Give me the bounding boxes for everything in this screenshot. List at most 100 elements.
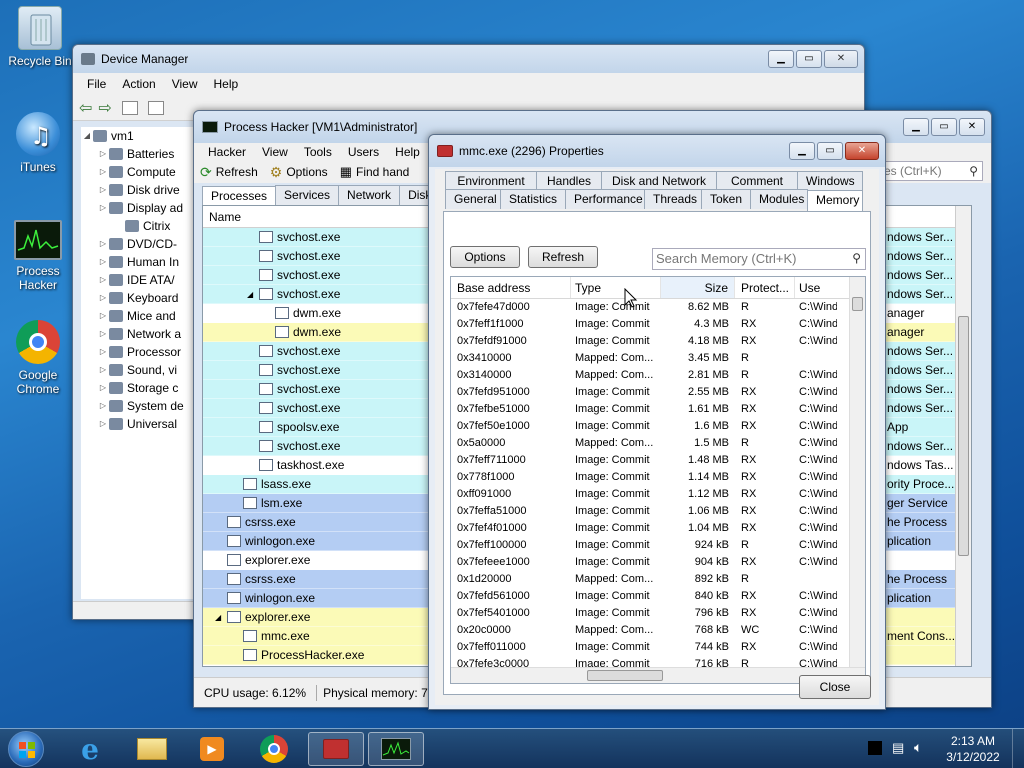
collapse-arrow-icon[interactable]: ▷	[97, 361, 109, 379]
memory-row[interactable]: 0x7feff100000 Image: Commit 924 kB R C:\Wind…	[451, 537, 865, 554]
memory-row[interactable]: 0xff091000 Image: Commit 1.12 MB RX C:\Windo	[451, 486, 865, 503]
vertical-scrollbar[interactable]	[849, 277, 865, 669]
device-manager-titlebar[interactable]: Device Manager ▁ ▭ ✕	[73, 45, 864, 73]
start-button[interactable]	[8, 731, 44, 767]
tree-item[interactable]: ▷ Sound, vi	[81, 361, 195, 379]
column-use[interactable]: Use	[795, 277, 837, 298]
tray-volume-icon[interactable]: 🔈︎	[914, 739, 922, 756]
tab-statistics[interactable]: Statistics	[500, 189, 566, 209]
collapse-arrow-icon[interactable]: ▷	[97, 145, 109, 163]
column-base-address[interactable]: Base address	[451, 277, 571, 298]
find-handles-toolbar-button[interactable]: ▦ Find hand	[340, 164, 410, 180]
tree-item[interactable]: ▷ Batteries	[81, 145, 195, 163]
tree-item[interactable]: ▷ System de	[81, 397, 195, 415]
scrollbar-thumb[interactable]	[958, 316, 969, 556]
maximize-button[interactable]: ▭	[796, 50, 822, 68]
refresh-toolbar-button[interactable]: ⟳ Refresh	[200, 164, 258, 181]
tree-item[interactable]: ▷ Mice and	[81, 307, 195, 325]
memory-row[interactable]: 0x7fef50e1000 Image: Commit 1.6 MB RX C:\Win…	[451, 418, 865, 435]
taskbar-process-hacker[interactable]	[368, 732, 424, 766]
menu-view[interactable]: View	[172, 77, 198, 91]
options-toolbar-button[interactable]: ⚙ Options	[270, 164, 328, 181]
taskbar-media-player[interactable]: ▶	[184, 732, 240, 766]
tab-threads[interactable]: Threads	[644, 189, 702, 209]
tab-performance[interactable]: Performance	[565, 189, 645, 209]
scrollbar-thumb[interactable]	[587, 670, 663, 681]
memory-row[interactable]: 0x7fefe47d000 Image: Commit 8.62 MB R C:\Win…	[451, 299, 865, 316]
collapse-arrow-icon[interactable]: ▷	[97, 289, 109, 307]
expander-icon[interactable]: ◢	[215, 608, 227, 627]
column-size[interactable]: Size	[661, 277, 735, 298]
back-icon[interactable]: ⇦	[79, 98, 92, 118]
memory-row[interactable]: 0x7fef5401000 Image: Commit 796 kB RX C:\Win…	[451, 605, 865, 622]
minimize-button[interactable]: ▁	[789, 142, 815, 160]
vertical-scrollbar[interactable]	[955, 206, 971, 666]
taskbar-chrome[interactable]	[246, 732, 302, 766]
taskbar-explorer[interactable]	[124, 732, 180, 766]
minimize-button[interactable]: ▁	[903, 118, 929, 136]
collapse-arrow-icon[interactable]: ▷	[97, 163, 109, 181]
tree-item[interactable]: ▷ Compute	[81, 163, 195, 181]
tree-item[interactable]: ▷ Network a	[81, 325, 195, 343]
tree-item[interactable]: ▷ Display ad	[81, 199, 195, 217]
tray-black-square-icon[interactable]	[868, 741, 882, 755]
collapse-arrow-icon[interactable]: ▷	[97, 253, 109, 271]
close-button[interactable]: ✕	[845, 142, 879, 160]
collapse-arrow-icon[interactable]: ▷	[97, 235, 109, 253]
desktop-icon-itunes[interactable]: ♫ iTunes	[2, 112, 74, 174]
properties-icon[interactable]	[121, 100, 138, 115]
tab-general[interactable]: General	[445, 189, 501, 209]
tab-services[interactable]: Services	[275, 185, 340, 205]
tree-item[interactable]: ▷ Human In	[81, 253, 195, 271]
memory-row[interactable]: 0x7feffa51000 Image: Commit 1.06 MB RX C:\Wi…	[451, 503, 865, 520]
tree-item[interactable]: ▷ Storage c	[81, 379, 195, 397]
menu-hacker[interactable]: Hacker	[208, 145, 246, 159]
tab-environment[interactable]: Environment	[445, 171, 537, 191]
tree-item[interactable]: ◢ vm1	[81, 127, 195, 145]
memory-row[interactable]: 0x7fefeee1000 Image: Commit 904 kB RX C:\Win…	[451, 554, 865, 571]
menu-users[interactable]: Users	[348, 145, 379, 159]
collapse-arrow-icon[interactable]: ▷	[97, 415, 109, 433]
tab-windows[interactable]: Windows	[797, 171, 863, 191]
memory-row[interactable]: 0x7fefdf91000 Image: Commit 4.18 MB RX C:\Wi…	[451, 333, 865, 350]
tab-disk-and-network[interactable]: Disk and Network	[601, 171, 717, 191]
minimize-button[interactable]: ▁	[768, 50, 794, 68]
close-button[interactable]: ✕	[959, 118, 985, 136]
memory-row[interactable]: 0x1d20000 Mapped: Com... 892 kB R	[451, 571, 865, 588]
tree-item[interactable]: ▷ Disk drive	[81, 181, 195, 199]
menu-file[interactable]: File	[87, 77, 106, 91]
collapse-arrow-icon[interactable]: ▷	[97, 379, 109, 397]
tab-modules[interactable]: Modules	[750, 189, 808, 209]
help-icon[interactable]	[147, 100, 164, 115]
taskbar-ie[interactable]: e	[62, 732, 118, 766]
desktop-icon-recycle-bin[interactable]: Recycle Bin	[4, 6, 76, 68]
tree-item[interactable]: ▷ Keyboard	[81, 289, 195, 307]
options-button[interactable]: Options	[450, 246, 520, 268]
properties-titlebar[interactable]: mmc.exe (2296) Properties ▁ ▭ ✕	[429, 135, 885, 167]
tree-item[interactable]: Citrix	[81, 217, 195, 235]
tab-token[interactable]: Token	[701, 189, 751, 209]
collapse-arrow-icon[interactable]: ▷	[97, 307, 109, 325]
expander-icon[interactable]: ◢	[247, 285, 259, 304]
collapse-arrow-icon[interactable]: ▷	[97, 397, 109, 415]
menu-view[interactable]: View	[262, 145, 288, 159]
tree-item[interactable]: ▷ DVD/CD-	[81, 235, 195, 253]
memory-row[interactable]: 0x7feff711000 Image: Commit 1.48 MB RX C:\Wi…	[451, 452, 865, 469]
tab-handles[interactable]: Handles	[536, 171, 602, 191]
clock[interactable]: 2:13 AM 3/12/2022	[936, 733, 1010, 765]
tree-item[interactable]: ▷ IDE ATA/	[81, 271, 195, 289]
scrollbar-thumb[interactable]	[852, 297, 863, 311]
taskbar-toolbox[interactable]	[308, 732, 364, 766]
column-type[interactable]: Type	[571, 277, 661, 298]
maximize-button[interactable]: ▭	[817, 142, 843, 160]
collapse-arrow-icon[interactable]: ▷	[97, 325, 109, 343]
desktop-icon-chrome[interactable]: Google Chrome	[2, 320, 74, 396]
expand-arrow-icon[interactable]: ◢	[81, 127, 93, 145]
memory-row[interactable]: 0x7feff1f1000 Image: Commit 4.3 MB RX C:\Win…	[451, 316, 865, 333]
collapse-arrow-icon[interactable]: ▷	[97, 343, 109, 361]
memory-row[interactable]: 0x5a0000 Mapped: Com... 1.5 MB R C:\Windo	[451, 435, 865, 452]
collapse-arrow-icon[interactable]: ▷	[97, 199, 109, 217]
close-dialog-button[interactable]: Close	[799, 675, 871, 699]
memory-row[interactable]: 0x3140000 Mapped: Com... 2.81 MB R C:\Windo	[451, 367, 865, 384]
desktop-icon-process-hacker[interactable]: Process Hacker	[2, 220, 74, 292]
